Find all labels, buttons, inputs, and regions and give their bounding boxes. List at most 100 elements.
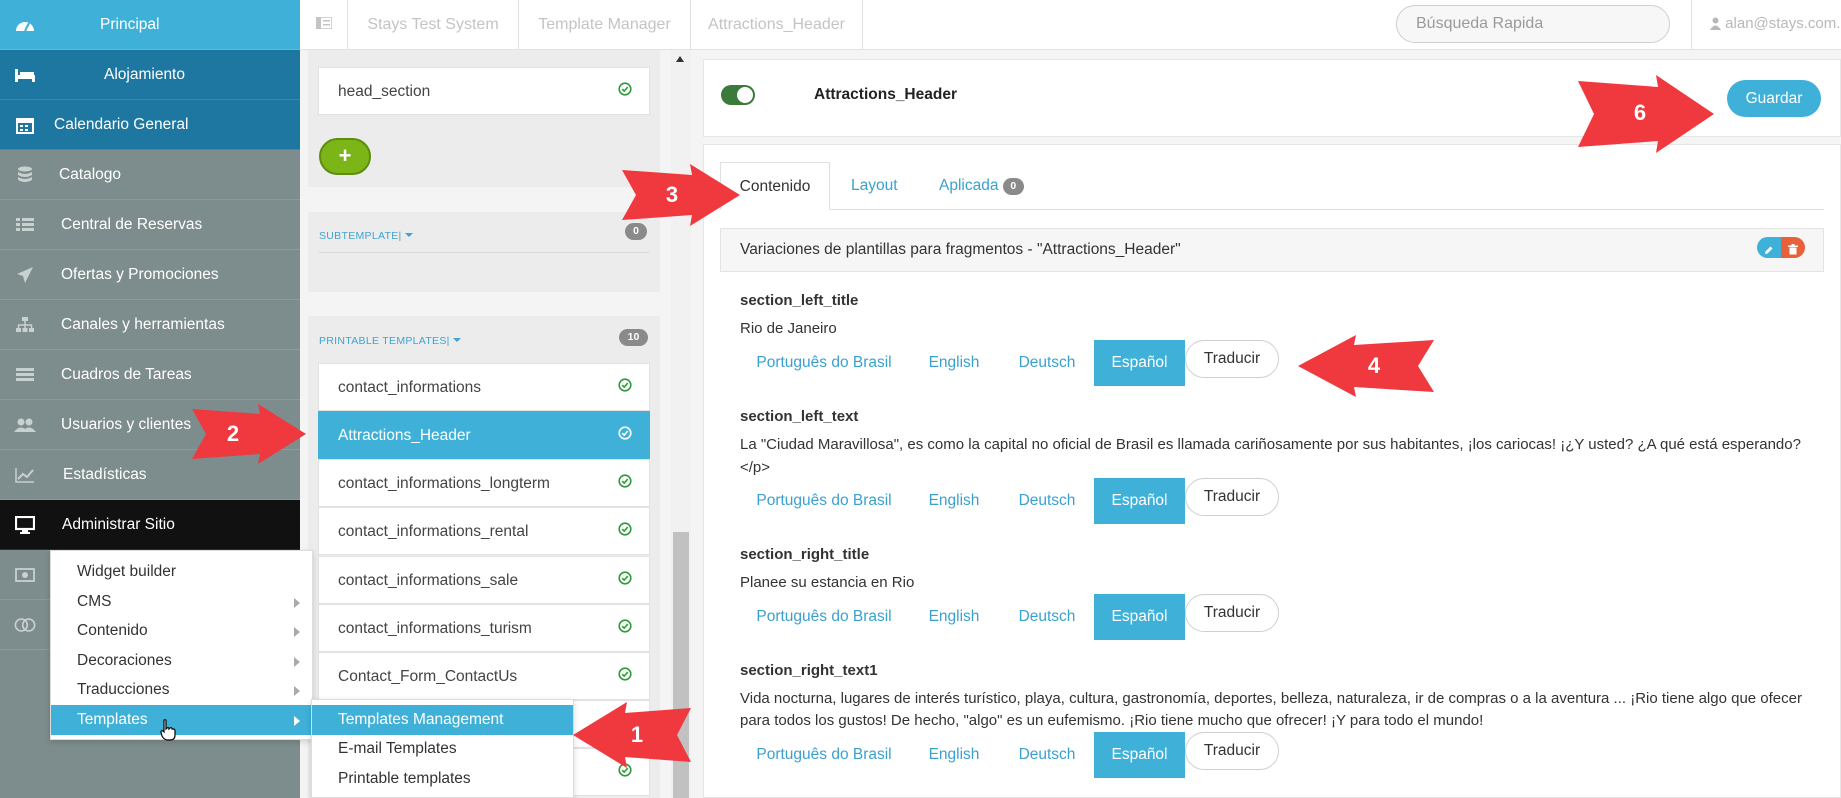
callout-arrow-6: 6	[1576, 75, 1716, 157]
menu-item-contenido[interactable]: Contenido	[51, 616, 312, 646]
sidebar-item-label: Ofertas y Promociones	[61, 266, 219, 283]
list-item-template[interactable]: contact_informations_turism	[318, 604, 650, 652]
breadcrumb-stays-test-system[interactable]: Stays Test System	[348, 0, 519, 50]
chevron-right-icon	[294, 598, 300, 608]
check-circle-icon	[618, 82, 632, 96]
sidebar-item-alojamiento[interactable]: Alojamiento	[0, 50, 300, 100]
list-item-template[interactable]: contact_informations_rental	[318, 507, 650, 555]
field-value: para todos los gustos! De hecho, "algo" …	[740, 712, 1484, 729]
subtemplate-divider	[319, 252, 649, 253]
list-item-label: contact_informations_longterm	[338, 475, 550, 492]
menu-item-email-templates[interactable]: E-mail Templates	[312, 734, 573, 764]
list-item-label: contact_informations	[338, 379, 482, 396]
tab-layout[interactable]: Layout	[851, 162, 898, 210]
sidebar-item-label: Catalogo	[59, 166, 122, 183]
tab-aplicada[interactable]: Aplicada 0	[939, 162, 1024, 210]
menu-item-printable-templates[interactable]: Printable templates	[312, 764, 573, 794]
sidebar-item-label: Administrar Sitio	[62, 516, 175, 533]
check-circle-icon	[618, 667, 632, 681]
menu-item-templates[interactable]: Templates	[51, 705, 312, 735]
caret-down-icon	[452, 338, 461, 342]
list-item-label: contact_informations_sale	[338, 572, 519, 589]
menu-item-cms[interactable]: CMS	[51, 587, 312, 617]
language-tab-de[interactable]: Deutsch	[1001, 594, 1093, 640]
language-tab-pt-br[interactable]: Português do Brasil	[741, 478, 907, 524]
language-tab-en[interactable]: English	[907, 478, 1001, 524]
active-toggle[interactable]	[721, 85, 755, 105]
printable-templates-header[interactable]: PRINTABLE TEMPLATES|	[319, 335, 461, 347]
language-tab-de[interactable]: Deutsch	[1001, 732, 1093, 778]
search-placeholder: Búsqueda Rapida	[1416, 15, 1544, 32]
menu-item-label: Printable templates	[338, 770, 471, 787]
list-item-template-active[interactable]: Attractions_Header	[318, 411, 650, 459]
add-template-button[interactable]: +	[319, 138, 371, 175]
breadcrumb-template-manager[interactable]: Template Manager	[519, 0, 691, 50]
variations-title: Variaciones de plantillas para fragmento…	[740, 241, 1181, 258]
sidebar-item-central-reservas[interactable]: Central de Reservas	[0, 200, 300, 250]
save-button[interactable]: Guardar	[1727, 80, 1821, 117]
paper-plane-icon	[14, 265, 36, 285]
sitemap-icon	[14, 315, 36, 335]
breadcrumb-attractions-header[interactable]: Attractions_Header	[691, 0, 863, 50]
language-tab-en[interactable]: English	[907, 594, 1001, 640]
menu-item-templates-management[interactable]: Templates Management	[312, 705, 573, 735]
sidebar-item-administrar-sitio[interactable]: Administrar Sitio	[0, 500, 300, 550]
list-item-template[interactable]: contact_informations_sale	[318, 556, 650, 604]
list-item-template[interactable]: contact_informations	[318, 363, 650, 411]
menu-item-label: Traducciones	[77, 681, 170, 698]
menu-item-widget-builder[interactable]: Widget builder	[51, 557, 312, 587]
edit-button[interactable]	[1757, 237, 1781, 258]
delete-button[interactable]	[1781, 237, 1805, 258]
menu-item-label: CMS	[77, 593, 112, 610]
sidebar-toggle-button[interactable]	[300, 0, 348, 50]
language-tab-es[interactable]: Español	[1094, 594, 1185, 640]
rings-icon	[14, 615, 36, 635]
translate-button[interactable]: Traducir	[1185, 478, 1279, 516]
callout-number: 1	[630, 722, 644, 747]
translate-button[interactable]: Traducir	[1185, 340, 1279, 378]
field-name: section_left_text	[740, 408, 859, 425]
admin-site-menu: Widget builder CMS Contenido Decoracione…	[50, 550, 313, 740]
language-tab-en[interactable]: English	[907, 732, 1001, 778]
sidebar-item-catalogo[interactable]: Catalogo	[0, 150, 300, 200]
field-name: section_right_text1	[740, 662, 878, 679]
subtemplate-header-label: SUBTEMPLATE|	[319, 230, 402, 242]
sidebar-item-canales[interactable]: Canales y herramientas	[0, 300, 300, 350]
check-circle-icon	[618, 378, 632, 392]
language-tab-es[interactable]: Español	[1094, 478, 1185, 524]
aplicada-count-badge: 0	[1002, 178, 1024, 195]
check-circle-icon	[618, 571, 632, 585]
language-tab-de[interactable]: Deutsch	[1001, 478, 1093, 524]
language-tab-en[interactable]: English	[907, 340, 1001, 386]
topbar-divider	[1691, 0, 1692, 50]
printable-header-label: PRINTABLE TEMPLATES|	[319, 335, 450, 347]
user-menu[interactable]: alan@stays.com.b	[1710, 15, 1841, 35]
sidebar-item-calendario[interactable]: Calendario General	[0, 100, 300, 150]
field-value: Vida nocturna, lugares de interés turíst…	[740, 690, 1802, 707]
field-name: section_right_title	[740, 546, 870, 563]
menu-item-decoraciones[interactable]: Decoraciones	[51, 646, 312, 676]
list-item-head-section[interactable]: head_section	[318, 67, 650, 115]
language-tab-pt-br[interactable]: Português do Brasil	[741, 594, 907, 640]
language-tab-es[interactable]: Español	[1094, 732, 1185, 778]
translate-button[interactable]: Traducir	[1185, 732, 1279, 770]
list-item-label: contact_informations_rental	[338, 523, 529, 540]
sidebar-item-label: Principal	[100, 16, 160, 33]
search-input[interactable]: Búsqueda Rapida	[1396, 5, 1670, 43]
language-tab-pt-br[interactable]: Português do Brasil	[741, 340, 907, 386]
language-tab-es[interactable]: Español	[1094, 340, 1185, 386]
menu-item-label: Decoraciones	[77, 652, 172, 669]
check-circle-icon	[618, 619, 632, 633]
subtemplate-header[interactable]: SUBTEMPLATE|	[319, 230, 413, 242]
menu-item-traducciones[interactable]: Traducciones	[51, 675, 312, 705]
scroll-up-arrow-icon[interactable]	[676, 56, 684, 62]
translate-button[interactable]: Traducir	[1185, 594, 1279, 632]
language-tab-de[interactable]: Deutsch	[1001, 340, 1093, 386]
menu-item-label: Templates Management	[338, 711, 504, 728]
sidebar-item-ofertas[interactable]: Ofertas y Promociones	[0, 250, 300, 300]
list-item-template[interactable]: contact_informations_longterm	[318, 459, 650, 507]
sidebar-item-cuadros[interactable]: Cuadros de Tareas	[0, 350, 300, 400]
list-item-template[interactable]: Contact_Form_ContactUs	[318, 652, 650, 700]
language-tab-pt-br[interactable]: Português do Brasil	[741, 732, 907, 778]
sidebar-item-principal[interactable]: Principal	[0, 0, 300, 50]
